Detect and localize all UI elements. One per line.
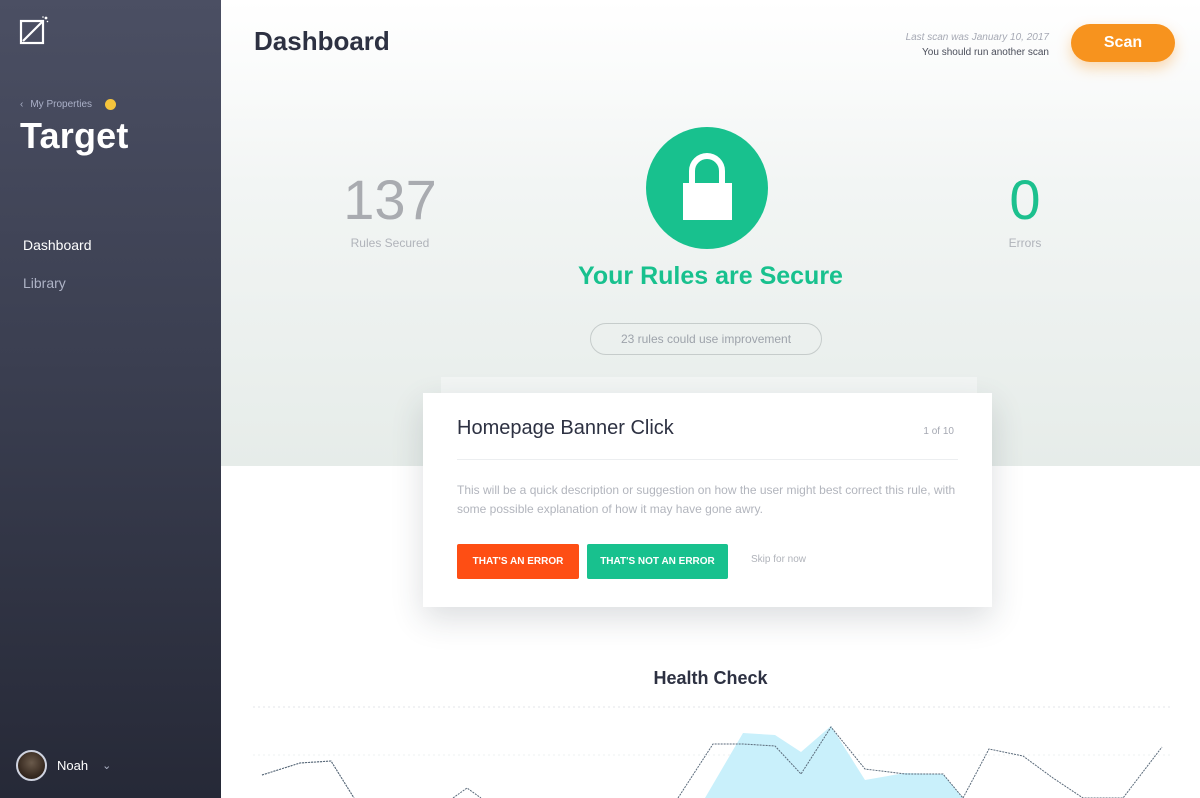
rules-secured-label: Rules Secured: [350, 236, 430, 250]
user-name: Noah: [57, 758, 89, 773]
thats-an-error-button[interactable]: THAT'S AN ERROR: [457, 544, 579, 579]
status-dot: [105, 99, 117, 110]
card-divider: [457, 459, 958, 460]
chevron-left-icon: ‹: [20, 99, 24, 110]
card-description: This will be a quick description or sugg…: [457, 483, 956, 516]
last-scan-info: Last scan was January 10, 2017 You shoul…: [906, 30, 1049, 60]
improvement-pill[interactable]: 23 rules could use improvement: [590, 323, 822, 355]
sidebar-item-library[interactable]: Library: [23, 275, 92, 291]
errors-stat: 0 Errors: [945, 168, 1105, 250]
rules-secured-stat: 137 Rules Secured: [310, 168, 470, 250]
card-title: Homepage Banner Click: [457, 417, 674, 439]
page-title: Dashboard: [254, 26, 390, 56]
property-title: Target: [20, 115, 129, 156]
rules-secured-count: 137: [343, 168, 437, 231]
sidebar-item-dashboard[interactable]: Dashboard: [23, 237, 92, 253]
chevron-down-icon: ⌄: [102, 760, 112, 772]
skip-button[interactable]: Skip for now: [751, 554, 806, 565]
errors-count: 0: [1009, 168, 1041, 231]
health-check-title: Health Check: [653, 668, 768, 688]
errors-label: Errors: [1008, 236, 1042, 250]
avatar: [16, 750, 47, 781]
last-scan-date: Last scan was January 10, 2017: [905, 32, 1049, 43]
scan-hint: You should run another scan: [922, 47, 1049, 58]
secure-message: Your Rules are Secure: [578, 262, 843, 290]
chart-area-series: [705, 726, 963, 798]
health-check-chart: [253, 706, 1171, 798]
chart-line-series: [261, 760, 355, 798]
back-to-properties-link[interactable]: ‹ My Properties: [20, 99, 117, 110]
chart-line-series: [261, 760, 355, 798]
back-link-label: My Properties: [30, 99, 93, 110]
card-pagination: 1 of 10: [923, 426, 954, 437]
rule-review-card: Homepage Banner Click 1 of 10 This will …: [423, 393, 992, 607]
scan-button[interactable]: Scan: [1071, 24, 1175, 62]
main-content: Dashboard Last scan was January 10, 2017…: [221, 0, 1200, 798]
lock-icon: [683, 153, 732, 220]
secure-badge: [646, 127, 768, 249]
thats-not-an-error-button[interactable]: THAT'S NOT AN ERROR: [587, 544, 728, 579]
sidebar: ‹ My Properties Target Dashboard Library…: [0, 0, 221, 798]
sidebar-nav: Dashboard Library: [23, 237, 92, 313]
logo-icon[interactable]: [19, 15, 49, 45]
user-menu[interactable]: Noah ⌄: [16, 750, 111, 781]
chart-line-series: [452, 787, 482, 798]
